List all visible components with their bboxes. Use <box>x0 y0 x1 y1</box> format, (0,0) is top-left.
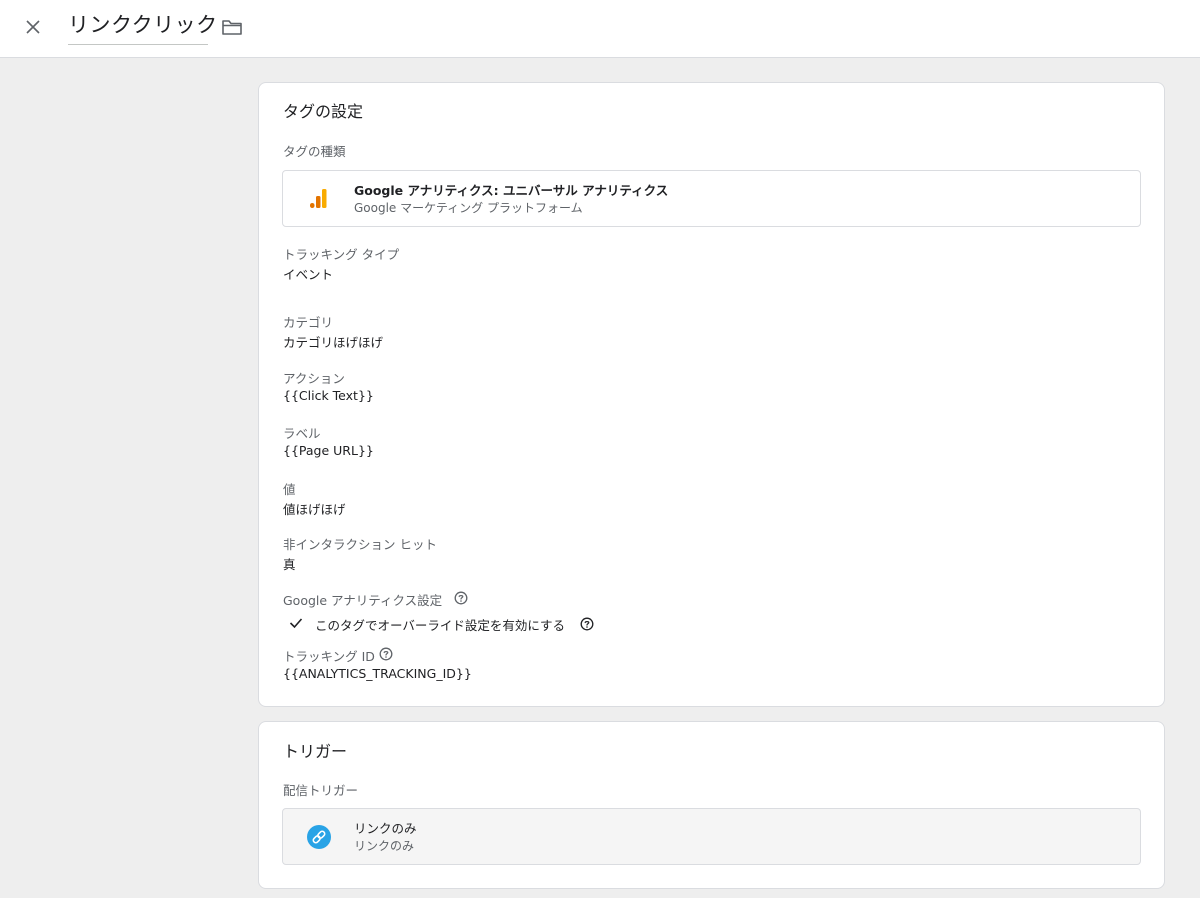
field-value-label: {{Page URL}} <box>283 443 374 458</box>
field-value-category: カテゴリほげほげ <box>283 335 384 350</box>
trigger-item[interactable]: リンクのみ リンクのみ <box>282 808 1141 865</box>
check-icon <box>289 618 303 629</box>
help-icon[interactable] <box>454 591 468 605</box>
tag-type-selector[interactable]: Google アナリティクス: ユニバーサル アナリティクス Google マー… <box>282 170 1141 227</box>
field-label-non-interaction: 非インタラクション ヒット <box>283 537 437 552</box>
field-label-tracking-type: トラッキング タイプ <box>283 247 400 262</box>
help-icon[interactable] <box>379 647 393 661</box>
google-analytics-icon <box>310 189 327 208</box>
override-settings-text: このタグでオーバーライド設定を有効にする <box>315 618 566 633</box>
field-value-action: {{Click Text}} <box>283 388 374 403</box>
tag-configuration-card[interactable]: タグの設定 タグの種類 Google アナリティクス: ユニバーサル アナリティ… <box>258 82 1165 707</box>
tag-type-provider: Google マーケティング プラットフォーム <box>354 201 583 215</box>
field-label-action: アクション <box>283 371 345 386</box>
link-icon <box>307 825 331 849</box>
card-title: トリガー <box>283 742 348 761</box>
folder-button[interactable] <box>219 14 245 40</box>
tracking-id-value: {{ANALYTICS_TRACKING_ID}} <box>283 666 472 681</box>
field-label-label: ラベル <box>283 426 321 441</box>
page-title: リンククリック <box>68 13 218 37</box>
trigger-type: リンクのみ <box>354 839 415 853</box>
tag-name-field[interactable]: リンククリック <box>68 10 218 45</box>
help-icon[interactable] <box>580 617 594 631</box>
folder-icon <box>222 20 242 35</box>
field-value-value: 値ほげほげ <box>283 502 346 517</box>
close-icon <box>26 20 40 34</box>
tag-type-label: タグの種類 <box>283 144 346 159</box>
field-label-value: 値 <box>283 482 296 497</box>
top-bar: リンククリック <box>0 0 1200 58</box>
close-button[interactable] <box>18 12 48 42</box>
trigger-name: リンクのみ <box>354 821 417 836</box>
field-value-non-interaction: 真 <box>283 557 296 572</box>
firing-trigger-label: 配信トリガー <box>283 783 359 798</box>
field-label-category: カテゴリ <box>283 315 334 330</box>
tag-type-name: Google アナリティクス: ユニバーサル アナリティクス <box>354 183 669 198</box>
ga-settings-label: Google アナリティクス設定 <box>283 593 443 608</box>
field-value-tracking-type: イベント <box>283 267 334 282</box>
tracking-id-label: トラッキング ID <box>283 649 375 664</box>
trigger-card[interactable]: トリガー 配信トリガー リンクのみ リンクのみ <box>258 721 1165 889</box>
card-title: タグの設定 <box>283 102 364 121</box>
